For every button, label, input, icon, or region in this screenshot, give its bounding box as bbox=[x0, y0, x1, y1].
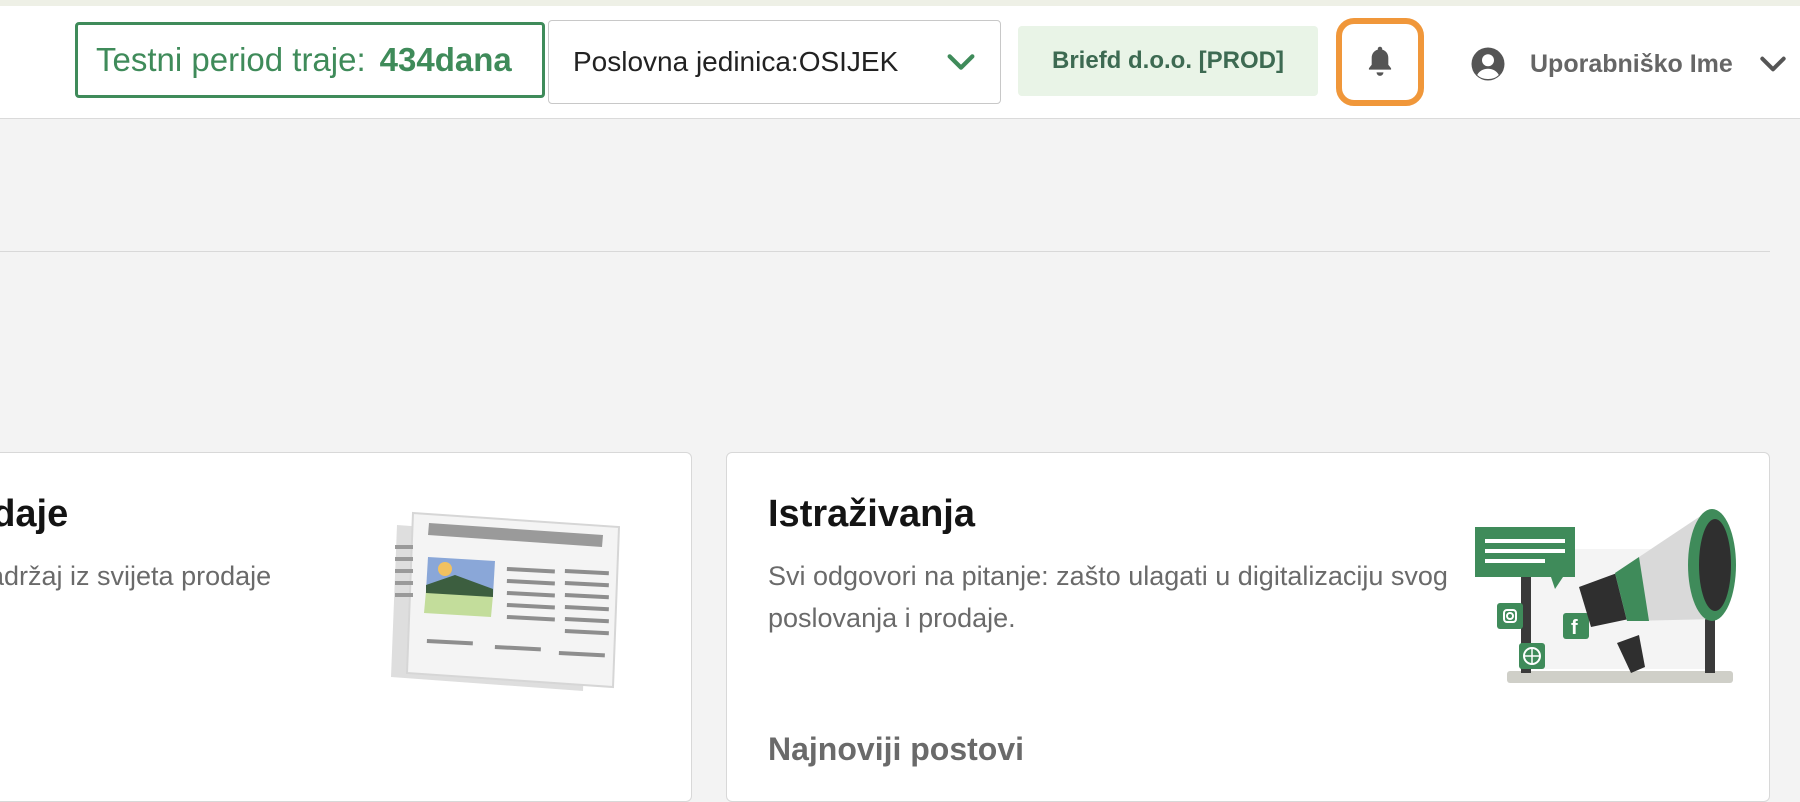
newspaper-illustration bbox=[391, 511, 621, 691]
section-divider bbox=[0, 251, 1770, 252]
company-badge[interactable]: Briefd d.o.o. [PROD] bbox=[1018, 26, 1318, 96]
trial-period-badge: Testni period traje: 434dana bbox=[75, 22, 545, 98]
megaphone-illustration: f bbox=[1475, 509, 1736, 683]
svg-text:f: f bbox=[1571, 617, 1578, 639]
chevron-down-icon bbox=[947, 54, 975, 70]
business-unit-select[interactable]: Poslovna jedinica:OSIJEK bbox=[548, 20, 1001, 104]
bell-icon bbox=[1368, 46, 1392, 76]
research-card[interactable]: Istraživanja Svi odgovori na pitanje: za… bbox=[726, 452, 1770, 802]
latest-posts-heading: Najnoviji postovi bbox=[768, 731, 1025, 767]
trial-period-label: Testni period traje: bbox=[96, 41, 366, 78]
notifications-button[interactable] bbox=[1336, 18, 1424, 106]
user-menu[interactable]: Uporabniško Ime bbox=[1470, 42, 1789, 86]
user-circle-icon bbox=[1471, 47, 1505, 81]
trial-period-days: 434dana bbox=[379, 41, 512, 78]
card-title: Istraživanja bbox=[768, 493, 975, 535]
user-name: Uporabniško Ime bbox=[1530, 49, 1733, 78]
card-description: Svi odgovori na pitanje: zašto ulagati u… bbox=[768, 561, 1448, 633]
company-name: Briefd d.o.o. [PROD] bbox=[1052, 47, 1284, 74]
top-header: Testni period traje: 434dana Poslovna je… bbox=[0, 6, 1800, 119]
sales-news-card[interactable]: odaje adržaj iz svijeta prodaje bbox=[0, 452, 692, 802]
card-title: odaje bbox=[0, 493, 69, 535]
card-description: adržaj iz svijeta prodaje bbox=[0, 561, 272, 591]
business-unit-value: Poslovna jedinica:OSIJEK bbox=[573, 46, 899, 77]
chevron-down-icon bbox=[1760, 56, 1786, 72]
